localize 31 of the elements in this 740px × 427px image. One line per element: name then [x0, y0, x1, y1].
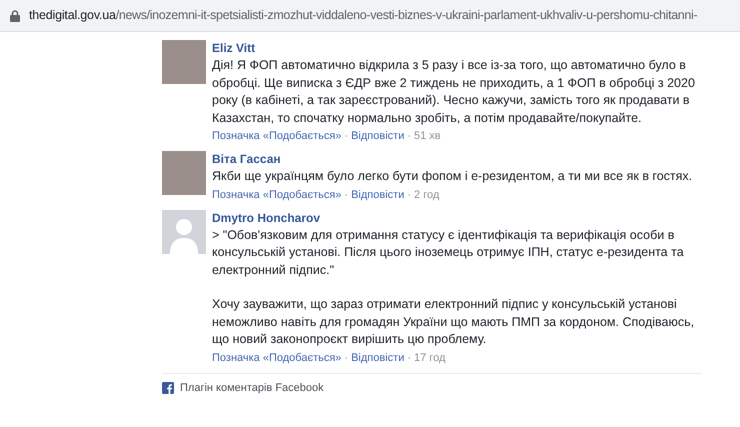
url-domain: thedigital.gov.ua: [29, 7, 116, 24]
separator-dot: ·: [407, 188, 412, 202]
comment-author[interactable]: Eliz Vitt: [212, 40, 704, 56]
comment-text: > "Обов'язковим для отримання статусу є ідентифікація та верифікація особи в консульській установі. Після цього іноземець отримує ІПН, статус е-резидента та електронний підпис.": [212, 226, 685, 279]
comment-text: Якби ще українцям було легко бути фопом і е-резидентом, а ти ми все як в гостях.: [212, 168, 694, 185]
comment-time[interactable]: 17 год: [414, 350, 446, 364]
url-path: /news/inozemni-it-spetsialisti-zmozhut-viddaleno-vesti-biznes-v-ukraini-parlament-ukhvaliv-u-pershomu-chitanni-: [116, 7, 698, 24]
reply-link[interactable]: Відповісти: [351, 350, 404, 364]
comment-time[interactable]: 2 год: [414, 188, 440, 202]
separator-dot: ·: [344, 350, 348, 364]
facebook-icon: [162, 382, 174, 394]
avatar-photo-placeholder: [162, 151, 206, 195]
avatar-silhouette-icon: [162, 210, 206, 254]
comment-author[interactable]: Dmytro Honcharov: [212, 210, 704, 226]
separator-dot: ·: [407, 129, 412, 143]
plugin-link[interactable]: Плагін коментарів Facebook: [180, 380, 324, 396]
comment-text: Дія! Я ФОП автоматично відкрила з 5 разу і все із-за того, що автоматично було в обробці. Ще виписка з ЄДР вже 2 тиждень не приходить, а 1 ФОП в обробці з 2020 року (в кабінеті, а так зареєстрований). Чесно кажучи, замість того як продавати в Казахстан, то спочатку нормально зробіть, а потім продавайте/покупайте.: [212, 57, 696, 127]
comment-text: Хочу зауважити, що зараз отримати електронний підпис у консульській установі неможливо навіть для громадян України що мають ПМП за кордоном. Сподіваюсь, що новий законопроєкт вирішить цю проблему.: [212, 296, 696, 348]
address-bar[interactable]: thedigital.gov.ua/news/inozemni-it-spetsialisti-zmozhut-viddaleno-vesti-biznes-v-ukraini-parlament-ukhvaliv-u-pershomu-chitanni-: [0, 0, 740, 32]
comment-author[interactable]: Віта Гассан: [212, 151, 704, 167]
like-link[interactable]: Позначка «Подобається»: [212, 350, 342, 364]
like-link[interactable]: Позначка «Подобається»: [212, 188, 342, 202]
lock-icon: [10, 10, 20, 22]
reply-link[interactable]: Відповісти: [351, 129, 404, 143]
avatar-photo-placeholder: [162, 40, 206, 84]
comment-time[interactable]: 51 хв: [414, 129, 441, 143]
separator-dot: ·: [344, 188, 348, 202]
separator-dot: ·: [344, 129, 348, 143]
like-link[interactable]: Позначка «Подобається»: [212, 129, 342, 143]
reply-link[interactable]: Відповісти: [351, 188, 404, 202]
separator-dot: ·: [407, 350, 412, 364]
